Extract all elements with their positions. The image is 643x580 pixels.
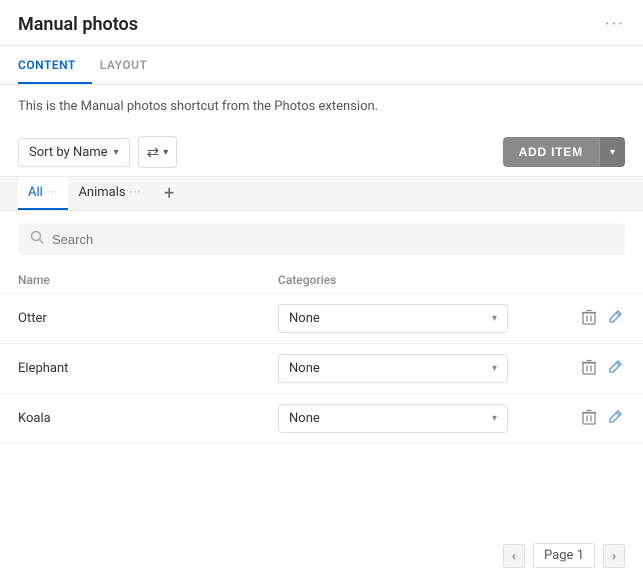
- cat-tab-all-label: All: [28, 185, 43, 200]
- category-tab-animals[interactable]: Animals ···: [68, 177, 151, 210]
- header: Manual photos ···: [0, 0, 643, 46]
- delete-button-1[interactable]: [580, 357, 598, 381]
- category-tabs-bar: All ··· Animals ··· +: [0, 177, 643, 211]
- add-category-button[interactable]: +: [155, 180, 183, 208]
- order-arrow: ▾: [163, 147, 168, 158]
- pagination: ‹ Page 1 ›: [485, 531, 643, 580]
- order-button[interactable]: ⇄ ▾: [138, 136, 178, 168]
- row-actions-0: [580, 307, 625, 331]
- cat-tab-animals-label: Animals: [78, 185, 125, 200]
- row-categories-0: None ▾: [278, 304, 560, 333]
- table-body: Otter None ▾: [0, 294, 643, 444]
- row-name-2: Koala: [18, 411, 266, 426]
- edit-button-0[interactable]: [606, 307, 625, 330]
- delete-button-2[interactable]: [580, 407, 598, 431]
- table-header: Name Categories: [0, 267, 643, 294]
- search-input[interactable]: [52, 232, 613, 247]
- col-header-categories: Categories: [278, 273, 625, 287]
- table-row: Otter None ▾: [0, 294, 643, 344]
- tab-content[interactable]: CONTENT: [18, 46, 92, 84]
- add-item-button-group: ADD ITEM ▾: [503, 137, 625, 167]
- search-bar: [18, 223, 625, 255]
- sort-dropdown[interactable]: Sort by Name ▾: [18, 138, 130, 167]
- page-title: Manual photos: [18, 14, 138, 35]
- row-categories-2: None ▾: [278, 404, 560, 433]
- edit-button-1[interactable]: [606, 357, 625, 380]
- search-icon: [30, 230, 44, 248]
- edit-button-2[interactable]: [606, 407, 625, 430]
- row-actions-2: [580, 407, 625, 431]
- delete-button-0[interactable]: [580, 307, 598, 331]
- sort-label: Sort by Name: [29, 145, 108, 160]
- tab-layout[interactable]: LAYOUT: [100, 46, 164, 84]
- add-item-caret-button[interactable]: ▾: [599, 137, 625, 167]
- next-page-button[interactable]: ›: [604, 545, 624, 567]
- sort-arrow: ▾: [114, 147, 119, 158]
- select-arrow-2: ▾: [492, 413, 497, 424]
- select-arrow-1: ▾: [492, 363, 497, 374]
- category-tab-all[interactable]: All ···: [18, 177, 68, 210]
- page-nav-next: ›: [603, 544, 625, 568]
- prev-page-button[interactable]: ‹: [504, 545, 524, 567]
- row-name-1: Elephant: [18, 361, 266, 376]
- table-row: Koala None ▾: [0, 394, 643, 444]
- page-nav: ‹: [503, 544, 525, 568]
- cat-tab-animals-dots[interactable]: ···: [130, 186, 142, 199]
- toolbar: Sort by Name ▾ ⇄ ▾ ADD ITEM ▾: [0, 128, 643, 177]
- table-row: Elephant None ▾: [0, 344, 643, 394]
- category-select-0[interactable]: None ▾: [278, 304, 508, 333]
- category-select-1[interactable]: None ▾: [278, 354, 508, 383]
- more-options-icon[interactable]: ···: [605, 14, 625, 35]
- select-arrow-0: ▾: [492, 313, 497, 324]
- col-header-name: Name: [18, 273, 278, 287]
- row-categories-1: None ▾: [278, 354, 560, 383]
- cat-tab-all-dots[interactable]: ···: [47, 186, 59, 199]
- description-text: This is the Manual photos shortcut from …: [0, 85, 643, 128]
- tabs-bar: CONTENT LAYOUT: [0, 46, 643, 85]
- row-actions-1: [580, 357, 625, 381]
- order-icon: ⇄: [147, 143, 160, 161]
- row-name-0: Otter: [18, 311, 266, 326]
- add-item-main-button[interactable]: ADD ITEM: [503, 137, 599, 167]
- page-indicator: Page 1: [533, 543, 595, 568]
- category-select-2[interactable]: None ▾: [278, 404, 508, 433]
